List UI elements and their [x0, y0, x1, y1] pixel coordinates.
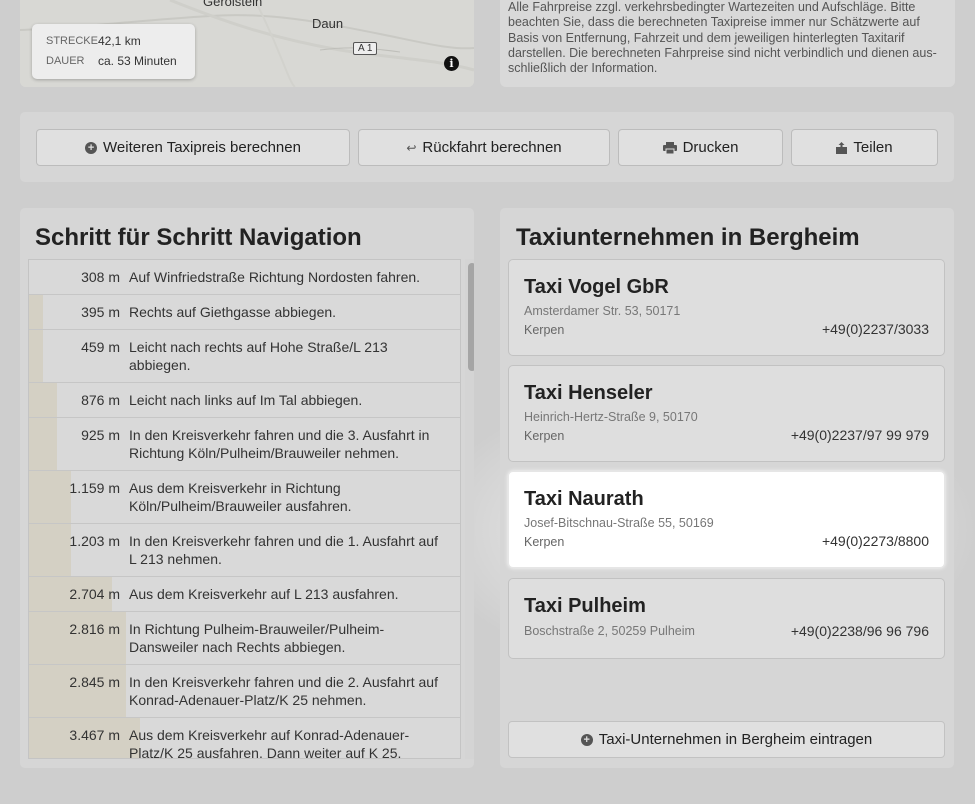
- taxi-company-card[interactable]: Taxi Henseler Heinrich-Hertz-Straße 9, 5…: [508, 365, 945, 462]
- step-distance: 2.704 m: [69, 586, 120, 602]
- step-instruction: Leicht nach links auf Im Tal abbiegen.: [129, 392, 363, 408]
- navigation-step[interactable]: 925 m In den Kreisverkehr fahren und die …: [29, 418, 460, 471]
- navigation-step[interactable]: 876 m Leicht nach links auf Im Tal abbieg…: [29, 383, 460, 418]
- taxi-name: Taxi Henseler: [524, 382, 653, 404]
- step-distance: 3.467 m: [69, 727, 120, 743]
- taxi-city: Kerpen: [524, 429, 565, 443]
- taxi-city: Kerpen: [524, 535, 565, 549]
- taxi-street: Amsterdamer Str. 53, 50171: [524, 304, 681, 318]
- step-distance: 925 m: [81, 427, 120, 443]
- printer-icon: [662, 141, 677, 154]
- step-instruction: Leicht nach rechts auf Hohe Straße/L 213…: [129, 339, 388, 373]
- navigation-title: Schritt für Schritt Navigation: [35, 224, 362, 251]
- step-distance: 2.845 m: [69, 674, 120, 690]
- register-taxi-button[interactable]: + Taxi-Unternehmen in Bergheim eintragen: [508, 721, 945, 758]
- taxi-name: Taxi Vogel GbR: [524, 276, 669, 298]
- taxi-companies-panel: Taxiunternehmen in Bergheim Taxi Vogel G…: [500, 208, 954, 768]
- step-distance: 395 m: [81, 304, 120, 320]
- navigation-step[interactable]: 308 m Auf Winfriedstraße Richtung Nordost…: [29, 260, 460, 295]
- navigation-step[interactable]: 1.159 m Aus dem Kreisverkehr in Richtung …: [29, 471, 460, 524]
- navigation-step[interactable]: 395 m Rechts auf Giethgasse abbiegen.: [29, 295, 460, 330]
- step-instruction: Auf Winfriedstraße Richtung Nordosten fa…: [129, 269, 421, 285]
- taxi-company-card-highlighted[interactable]: Taxi Naurath Josef-Bitschnau-Straße 55, …: [508, 471, 945, 568]
- duration-label: DAUER: [46, 55, 85, 67]
- step-distance: 876 m: [81, 392, 120, 408]
- step-instruction: Aus dem Kreisverkehr auf L 213 ausfahren…: [129, 586, 399, 602]
- route-map[interactable]: Gerolstein Daun A 1 STRECKE 42,1 km DAUE…: [20, 0, 474, 87]
- calc-more-label: Weiteren Taxipreis berechnen: [103, 139, 301, 156]
- road-shield: A 1: [353, 42, 378, 55]
- print-button[interactable]: Drucken: [618, 129, 783, 166]
- navigation-step-list[interactable]: 308 m Auf Winfriedstraße Richtung Nordost…: [28, 259, 461, 759]
- step-instruction: Aus dem Kreisverkehr in Richtung Köln/Pu…: [129, 480, 352, 514]
- plus-circle-icon: +: [580, 733, 593, 746]
- navigation-scrollbar[interactable]: [465, 259, 474, 759]
- print-label: Drucken: [682, 139, 739, 156]
- distance-value: 42,1 km: [98, 34, 141, 48]
- share-icon: [836, 141, 848, 154]
- map-town-label: Daun: [312, 16, 344, 31]
- action-toolbar: + Weiteren Taxipreis berechnen ↩ Rückfah…: [20, 112, 954, 182]
- taxi-street: Boschstraße 2, 50259 Pulheim: [524, 624, 695, 638]
- step-instruction: Aus dem Kreisverkehr auf Konrad-Adenauer…: [129, 727, 410, 759]
- navigation-step[interactable]: 1.203 m In den Kreisverkehr fahren und di…: [29, 524, 460, 577]
- step-distance: 308 m: [81, 269, 120, 285]
- taxi-name: Taxi Naurath: [524, 488, 644, 510]
- step-instruction: Rechts auf Giethgasse abbiegen.: [129, 304, 337, 320]
- distance-label: STRECKE: [46, 35, 98, 47]
- taxi-street: Heinrich-Hertz-Straße 9, 50170: [524, 410, 698, 424]
- plus-circle-icon: +: [85, 141, 98, 154]
- info-icon[interactable]: i: [444, 56, 459, 71]
- return-trip-label: Rückfahrt berechnen: [422, 139, 562, 156]
- return-arrow-icon: ↩: [406, 140, 417, 155]
- navigation-step[interactable]: 459 m Leicht nach rechts auf Hohe Straße/…: [29, 330, 460, 383]
- taxi-name: Taxi Pulheim: [524, 595, 646, 617]
- step-distance: 459 m: [81, 339, 120, 355]
- navigation-step[interactable]: 2.816 m In Richtung Pulheim-Brauweiler/Pu…: [29, 612, 460, 665]
- step-distance: 1.159 m: [69, 480, 120, 496]
- register-taxi-label: Taxi-Unternehmen in Bergheim eintragen: [598, 731, 873, 748]
- navigation-step[interactable]: 3.467 m Aus dem Kreisverkehr auf Konrad-A…: [29, 718, 460, 759]
- step-distance: 2.816 m: [69, 621, 120, 637]
- taxi-phone[interactable]: +49(0)2237/3033: [822, 321, 929, 337]
- taxi-city: Kerpen: [524, 323, 565, 337]
- taxi-phone[interactable]: +49(0)2238/96 96 796: [791, 623, 929, 639]
- return-trip-button[interactable]: ↩ Rückfahrt berechnen: [358, 129, 610, 166]
- share-label: Teilen: [853, 139, 893, 156]
- taxi-phone[interactable]: +49(0)2273/8800: [822, 533, 929, 549]
- taxi-companies-title: Taxiunternehmen in Bergheim: [516, 224, 860, 251]
- price-disclaimer: Alle Fahrpreise zzgl. verkehrsbedingter …: [500, 0, 955, 87]
- taxi-company-card[interactable]: Taxi Vogel GbR Amsterdamer Str. 53, 5017…: [508, 259, 945, 356]
- scroll-thumb[interactable]: [468, 263, 474, 371]
- navigation-step[interactable]: 2.704 m Aus dem Kreisverkehr auf L 213 au…: [29, 577, 460, 612]
- map-town-label: Gerolstein: [203, 0, 263, 9]
- calc-more-button[interactable]: + Weiteren Taxipreis berechnen: [36, 129, 350, 166]
- step-instruction: In den Kreisverkehr fahren und die 1. Au…: [129, 533, 438, 567]
- taxi-phone[interactable]: +49(0)2237/97 99 979: [791, 427, 929, 443]
- share-button[interactable]: Teilen: [791, 129, 938, 166]
- navigation-step[interactable]: 2.845 m In den Kreisverkehr fahren und di…: [29, 665, 460, 718]
- navigation-panel: Schritt für Schritt Navigation 308 m Auf …: [20, 208, 474, 768]
- step-instruction: In Richtung Pulheim-Brauweiler/Pulheim-D…: [129, 621, 385, 655]
- step-instruction: In den Kreisverkehr fahren und die 2. Au…: [129, 674, 438, 708]
- taxi-company-card[interactable]: Taxi Pulheim Boschstraße 2, 50259 Pulhei…: [508, 578, 945, 659]
- taxi-street: Josef-Bitschnau-Straße 55, 50169: [524, 516, 714, 530]
- route-summary: STRECKE 42,1 km DAUER ca. 53 Minuten: [32, 24, 195, 79]
- duration-value: ca. 53 Minuten: [98, 54, 177, 68]
- step-distance: 1.203 m: [69, 533, 120, 549]
- step-instruction: In den Kreisverkehr fahren und die 3. Au…: [129, 427, 430, 461]
